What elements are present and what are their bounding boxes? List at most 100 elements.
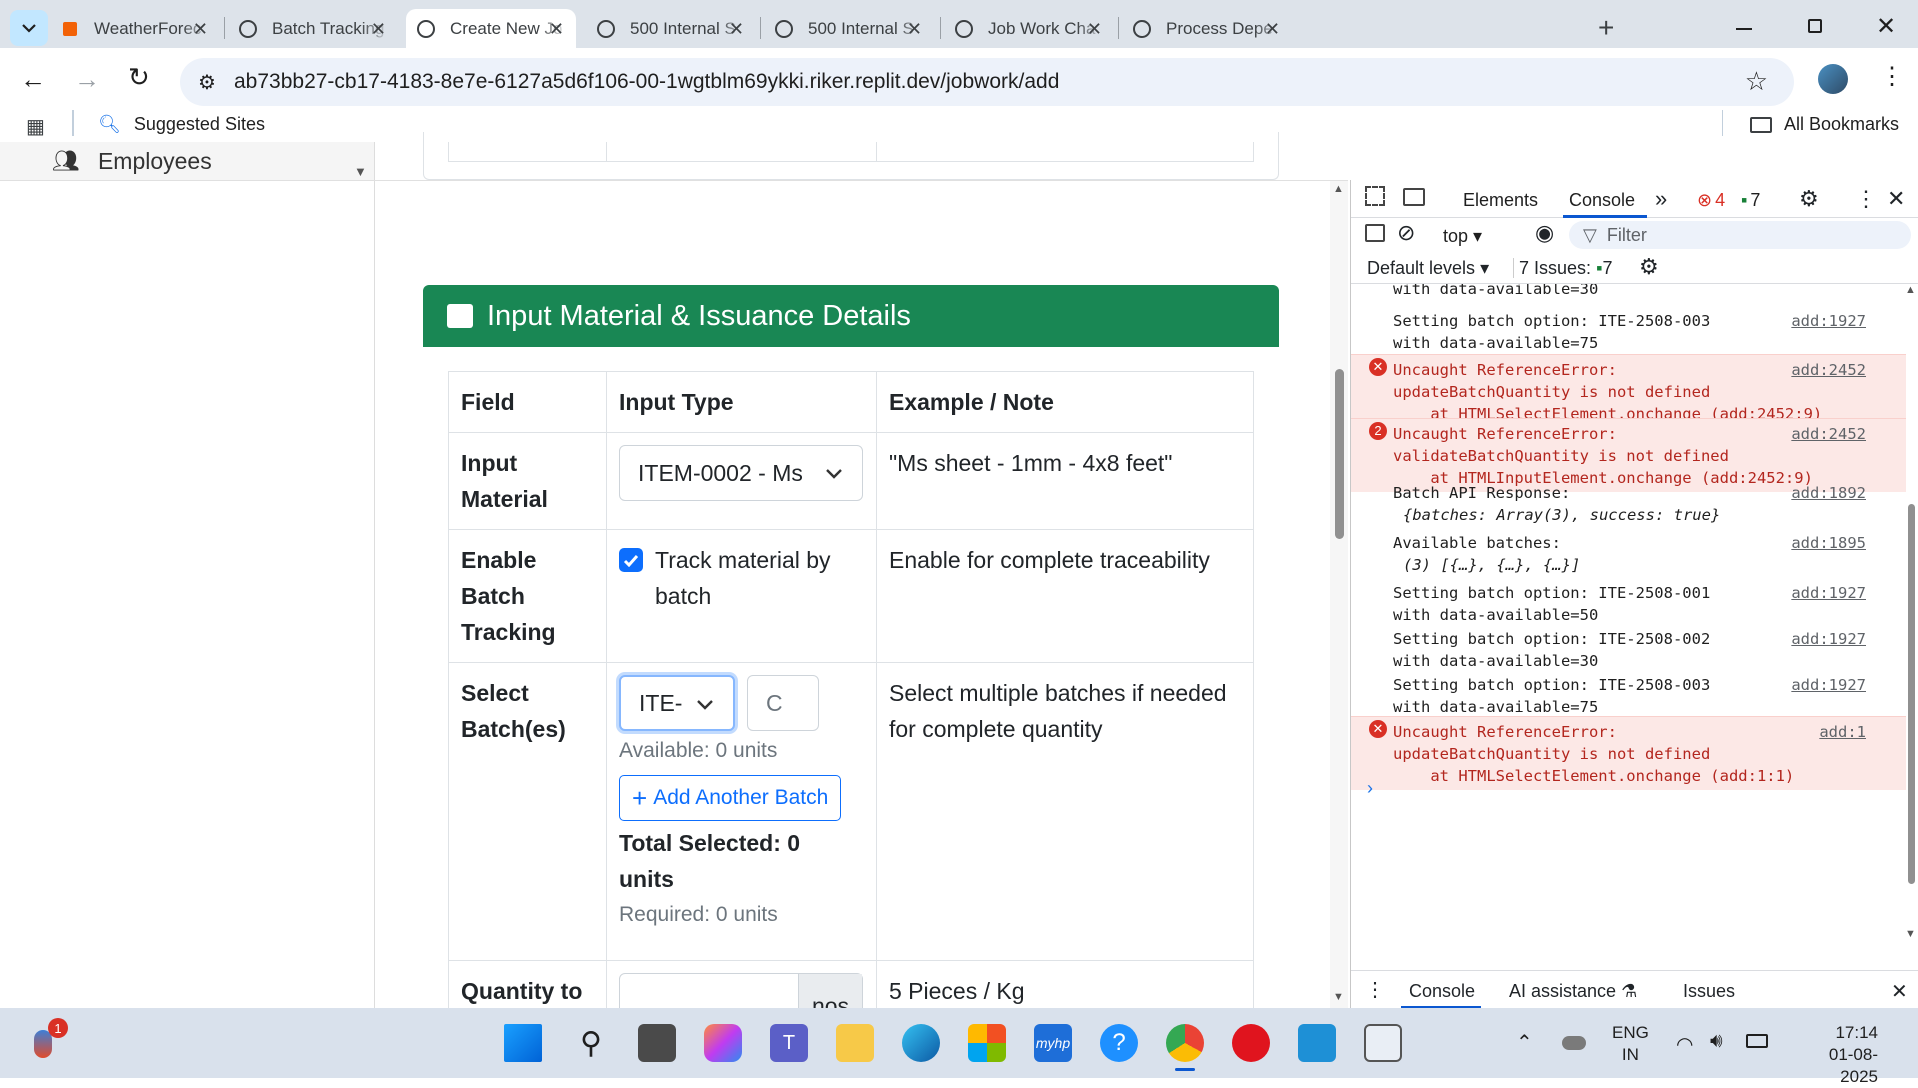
- back-button[interactable]: ←: [20, 64, 46, 95]
- console-message[interactable]: Available batches: (3) [{…}, {…}, {…}] add…: [1351, 532, 1906, 580]
- console-error[interactable]: ✕ Uncaught ReferenceError: updateBatchQuan…: [1351, 716, 1906, 790]
- forward-button[interactable]: →: [74, 64, 100, 95]
- bookmark-suggested-sites[interactable]: 🔍︎ Suggested Sites: [98, 114, 265, 135]
- close-tab-icon[interactable]: ✕: [729, 19, 744, 40]
- tab-search-button[interactable]: [10, 10, 48, 46]
- wifi-icon[interactable]: ◠: [1676, 1032, 1693, 1057]
- task-view-icon[interactable]: [638, 1024, 676, 1062]
- drawer-close-icon[interactable]: ✕: [1891, 979, 1908, 1004]
- close-tab-icon[interactable]: ✕: [1265, 19, 1280, 40]
- restore-button[interactable]: [1808, 19, 1822, 33]
- inspect-icon[interactable]: [1365, 186, 1385, 206]
- more-icon[interactable]: ⋮: [1855, 186, 1877, 212]
- tab-elements[interactable]: Elements: [1463, 190, 1538, 211]
- copilot-icon[interactable]: [704, 1024, 742, 1062]
- browser-tab[interactable]: Create New Jo ✕: [406, 9, 576, 48]
- console-message[interactable]: Setting batch option: ITE-2508-003 with d…: [1351, 674, 1906, 722]
- start-icon[interactable]: [504, 1024, 542, 1062]
- source-link[interactable]: add:1927: [1791, 628, 1866, 650]
- drawer-menu-icon[interactable]: ⋮: [1365, 977, 1385, 1002]
- console-message[interactable]: with data-available=30: [1351, 284, 1906, 304]
- source-link[interactable]: add:1895: [1791, 532, 1866, 554]
- reload-button[interactable]: ↻: [128, 62, 150, 93]
- close-tab-icon[interactable]: ✕: [371, 19, 386, 40]
- log-levels-select[interactable]: Default levels ▾: [1367, 258, 1489, 279]
- browser-tab[interactable]: 500 Internal S ✕: [586, 9, 756, 48]
- checkbox-label[interactable]: Track material by batch: [655, 542, 831, 614]
- close-tab-icon[interactable]: ✕: [1087, 19, 1102, 40]
- browser-tab[interactable]: WeatherForec ✕: [50, 9, 220, 48]
- avatar[interactable]: [1818, 64, 1848, 94]
- source-link[interactable]: add:1: [1819, 721, 1866, 743]
- site-info-icon[interactable]: ⚙: [198, 70, 216, 95]
- console-message[interactable]: Batch API Response: {batches: Array(3), s…: [1351, 482, 1906, 530]
- source-link[interactable]: add:2452: [1791, 359, 1866, 381]
- add-another-batch-button[interactable]: + Add Another Batch: [619, 775, 842, 821]
- source-link[interactable]: add:1927: [1791, 674, 1866, 696]
- help-icon[interactable]: ?: [1100, 1024, 1138, 1062]
- browser-tab[interactable]: Batch Tracking ✕: [228, 9, 398, 48]
- search-icon[interactable]: ⚲: [572, 1024, 610, 1062]
- chrome-icon[interactable]: [1166, 1024, 1204, 1062]
- tab-console[interactable]: Console: [1569, 190, 1635, 211]
- message-count-icon[interactable]: ▪ 7: [1741, 190, 1760, 211]
- drawer-tab-console[interactable]: Console: [1409, 981, 1475, 1002]
- drawer-tab-issues[interactable]: Issues: [1683, 981, 1735, 1002]
- console-error[interactable]: ✕ Uncaught ReferenceError: updateBatchQuan…: [1351, 354, 1906, 428]
- sidebar-scroll-down[interactable]: ▼: [354, 164, 367, 179]
- issues-button[interactable]: 7 Issues: ▪7: [1519, 258, 1612, 279]
- input-material-select[interactable]: ITEM-0002 - Ms: [619, 445, 863, 501]
- store-icon[interactable]: [968, 1024, 1006, 1062]
- language-indicator[interactable]: ENG IN: [1612, 1022, 1649, 1066]
- apps-icon[interactable]: ▦: [26, 114, 45, 139]
- batch-select[interactable]: ITE-: [619, 675, 735, 731]
- onedrive-icon[interactable]: [1562, 1036, 1586, 1050]
- battery-icon[interactable]: [1746, 1034, 1768, 1048]
- teams-icon[interactable]: T: [770, 1024, 808, 1062]
- batch-quantity-input[interactable]: C: [747, 675, 819, 731]
- sidebar-toggle-icon[interactable]: [1365, 224, 1385, 242]
- source-link[interactable]: add:2452: [1791, 423, 1866, 445]
- console-settings-icon[interactable]: ⚙: [1639, 254, 1659, 280]
- error-count-icon[interactable]: ⊗ 4: [1697, 190, 1725, 211]
- close-tab-icon[interactable]: ✕: [193, 19, 208, 40]
- browser-tab[interactable]: Process Depe ✕: [1122, 9, 1292, 48]
- clock[interactable]: 17:14 01-08-2025: [1798, 1022, 1878, 1088]
- menu-icon[interactable]: ⋮: [1880, 62, 1904, 91]
- filter-input[interactable]: ▽ Filter: [1569, 221, 1911, 249]
- browser-tab[interactable]: 500 Internal S ✕: [764, 9, 934, 48]
- all-bookmarks[interactable]: All Bookmarks: [1750, 114, 1899, 135]
- console-message[interactable]: Setting batch option: ITE-2508-003 with d…: [1351, 310, 1906, 358]
- close-tab-icon[interactable]: ✕: [549, 19, 564, 40]
- clear-console-icon[interactable]: ⊘: [1397, 220, 1415, 246]
- drawer-tab-ai[interactable]: AI assistance ⚗: [1509, 981, 1637, 1002]
- source-link[interactable]: add:1927: [1791, 310, 1866, 332]
- close-icon[interactable]: ✕: [1887, 186, 1905, 212]
- console-error[interactable]: 2 Uncaught ReferenceError: validateBatchQu…: [1351, 418, 1906, 492]
- close-window-button[interactable]: ✕: [1876, 12, 1896, 41]
- minimize-button[interactable]: [1736, 28, 1752, 30]
- close-tab-icon[interactable]: ✕: [907, 19, 922, 40]
- settings-icon[interactable]: ⚙: [1799, 186, 1819, 212]
- source-link[interactable]: add:1927: [1791, 582, 1866, 604]
- console-prompt[interactable]: ›: [1367, 778, 1373, 799]
- context-select[interactable]: top ▾: [1443, 226, 1482, 247]
- opera-icon[interactable]: [1232, 1024, 1270, 1062]
- notepad-icon[interactable]: [1298, 1024, 1336, 1062]
- eye-icon[interactable]: ◉: [1535, 220, 1554, 246]
- edge-icon[interactable]: [902, 1024, 940, 1062]
- batch-tracking-checkbox[interactable]: [619, 548, 643, 572]
- myhp-icon[interactable]: myhp: [1034, 1024, 1072, 1062]
- address-bar[interactable]: ⚙ ab73bb27-cb17-4183-8e7e-6127a5d6f106-0…: [180, 58, 1794, 106]
- browser-tab[interactable]: Job Work Cha ✕: [944, 9, 1114, 48]
- device-toolbar-icon[interactable]: [1403, 188, 1425, 206]
- more-tabs-icon[interactable]: »: [1655, 186, 1667, 212]
- console-scrollbar[interactable]: ▲ ▼: [1903, 284, 1918, 944]
- console-message[interactable]: Setting batch option: ITE-2508-001 with d…: [1351, 582, 1906, 630]
- quantity-input[interactable]: [620, 974, 798, 1008]
- source-link[interactable]: add:1892: [1791, 482, 1866, 504]
- star-icon[interactable]: ☆: [1745, 66, 1768, 97]
- console-message[interactable]: Setting batch option: ITE-2508-002 with d…: [1351, 628, 1906, 676]
- new-tab-button[interactable]: +: [1598, 12, 1614, 44]
- snipping-tool-icon[interactable]: [1364, 1024, 1402, 1062]
